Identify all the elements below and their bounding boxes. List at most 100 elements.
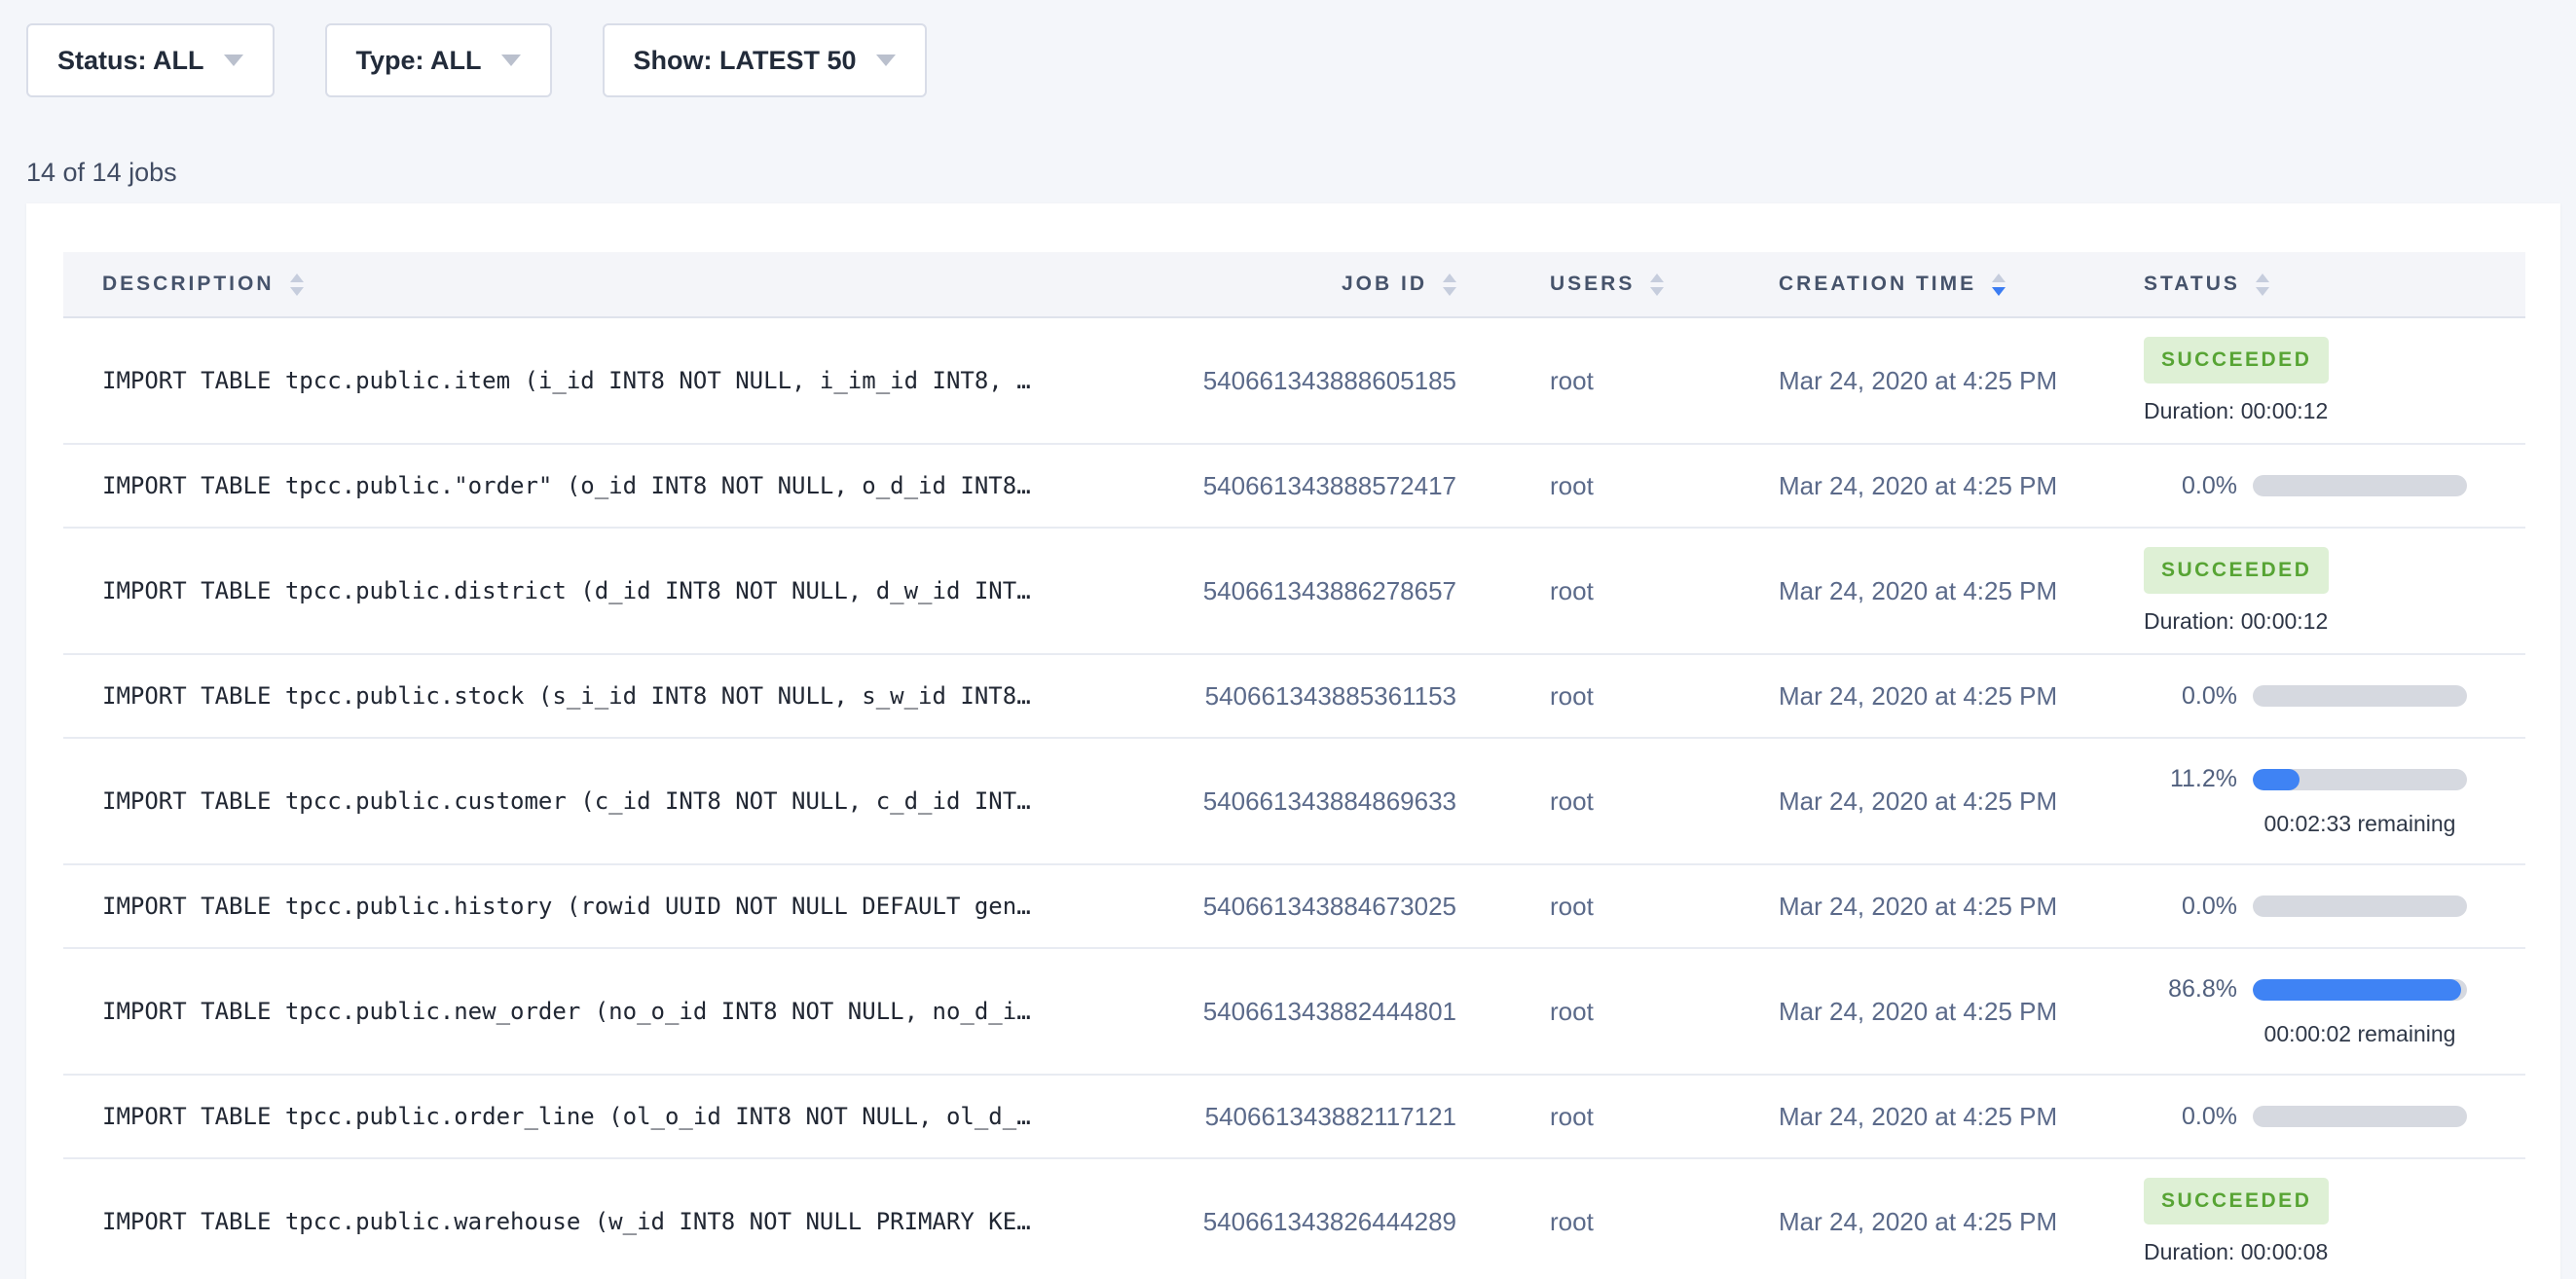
jobs-page: Status: ALL Type: ALL Show: LATEST 50 14… — [0, 0, 2576, 1279]
job-creation-time-cell: Mar 24, 2020 at 4:25 PM — [1779, 1158, 2144, 1279]
job-description-cell: IMPORT TABLE tpcc.public.stock (s_i_id I… — [63, 654, 1197, 738]
job-status-cell: SUCCEEDED Duration: 00:00:08 — [2144, 1158, 2525, 1279]
job-duration: Duration: 00:00:12 — [2144, 608, 2525, 635]
job-id-cell: 540661343885361153 — [1197, 654, 1460, 738]
progress-line: 0.0% — [2144, 682, 2525, 711]
job-creation-time-cell: Mar 24, 2020 at 4:25 PM — [1779, 738, 2144, 864]
job-status-cell: 11.2% 00:02:33 remaining — [2144, 738, 2525, 864]
status-badge: SUCCEEDED — [2144, 547, 2329, 594]
status-badge: SUCCEEDED — [2144, 337, 2329, 384]
job-user-cell: root — [1460, 1158, 1779, 1279]
table-row: IMPORT TABLE tpcc.public.new_order (no_o… — [63, 948, 2525, 1075]
job-user-cell: root — [1460, 654, 1779, 738]
time-remaining: 00:02:33 remaining — [2253, 811, 2467, 837]
progress-bar-track — [2253, 1106, 2467, 1127]
job-id-cell: 540661343884869633 — [1197, 738, 1460, 864]
progress-percent: 0.0% — [2144, 1103, 2237, 1131]
time-remaining: 00:00:02 remaining — [2253, 1021, 2467, 1047]
job-id-cell: 540661343882444801 — [1197, 948, 1460, 1075]
column-header-status[interactable]: STATUS — [2144, 252, 2525, 317]
table-row: IMPORT TABLE tpcc.public.district (d_id … — [63, 528, 2525, 654]
type-filter-dropdown[interactable]: Type: ALL — [325, 23, 552, 97]
table-header-row: DESCRIPTION JOB ID USERS — [63, 252, 2525, 317]
job-duration: Duration: 00:00:08 — [2144, 1239, 2525, 1265]
job-creation-time-cell: Mar 24, 2020 at 4:25 PM — [1779, 444, 2144, 528]
progress-bar-fill — [2253, 979, 2461, 1001]
jobs-table-card: DESCRIPTION JOB ID USERS — [26, 203, 2560, 1279]
sort-icon — [1650, 274, 1664, 296]
column-header-users[interactable]: USERS — [1460, 252, 1779, 317]
job-description-cell: IMPORT TABLE tpcc.public.new_order (no_o… — [63, 948, 1197, 1075]
show-filter-label: Show: LATEST 50 — [634, 46, 857, 76]
job-status-cell: 0.0% — [2144, 864, 2525, 948]
sort-icon — [290, 274, 304, 296]
progress-bar-track — [2253, 769, 2467, 790]
progress-bar-track — [2253, 685, 2467, 707]
table-row: IMPORT TABLE tpcc.public.order_line (ol_… — [63, 1075, 2525, 1158]
job-creation-time-cell: Mar 24, 2020 at 4:25 PM — [1779, 864, 2144, 948]
job-user-cell: root — [1460, 317, 1779, 444]
status-badge: SUCCEEDED — [2144, 1178, 2329, 1224]
job-description-cell: IMPORT TABLE tpcc.public.order_line (ol_… — [63, 1075, 1197, 1158]
progress-percent: 0.0% — [2144, 893, 2237, 921]
column-header-description[interactable]: DESCRIPTION — [63, 252, 1197, 317]
job-user-cell: root — [1460, 444, 1779, 528]
chevron-down-icon — [876, 55, 896, 66]
job-description-cell: IMPORT TABLE tpcc.public.history (rowid … — [63, 864, 1197, 948]
progress-line: 86.8% — [2144, 975, 2525, 1004]
column-header-creation-time[interactable]: CREATION TIME — [1779, 252, 2144, 317]
jobs-table: DESCRIPTION JOB ID USERS — [63, 252, 2525, 1279]
table-row: IMPORT TABLE tpcc.public.history (rowid … — [63, 864, 2525, 948]
job-creation-time-cell: Mar 24, 2020 at 4:25 PM — [1779, 528, 2144, 654]
sort-icon — [1443, 274, 1456, 296]
job-description-cell: IMPORT TABLE tpcc.public.district (d_id … — [63, 528, 1197, 654]
job-creation-time-cell: Mar 24, 2020 at 4:25 PM — [1779, 1075, 2144, 1158]
progress-percent: 0.0% — [2144, 682, 2237, 711]
job-creation-time-cell: Mar 24, 2020 at 4:25 PM — [1779, 948, 2144, 1075]
job-id-cell: 540661343884673025 — [1197, 864, 1460, 948]
table-row: IMPORT TABLE tpcc.public.customer (c_id … — [63, 738, 2525, 864]
job-id-cell: 540661343888605185 — [1197, 317, 1460, 444]
progress-percent: 86.8% — [2144, 975, 2237, 1004]
progress-line: 11.2% — [2144, 765, 2525, 793]
show-filter-dropdown[interactable]: Show: LATEST 50 — [603, 23, 927, 97]
job-status-cell: 0.0% — [2144, 444, 2525, 528]
job-creation-time-cell: Mar 24, 2020 at 4:25 PM — [1779, 317, 2144, 444]
table-row: IMPORT TABLE tpcc.public.item (i_id INT8… — [63, 317, 2525, 444]
job-status-cell: 0.0% — [2144, 654, 2525, 738]
chevron-down-icon — [501, 55, 521, 66]
job-user-cell: root — [1460, 1075, 1779, 1158]
progress-line: 0.0% — [2144, 1103, 2525, 1131]
job-status-cell: 0.0% — [2144, 1075, 2525, 1158]
column-header-job-id[interactable]: JOB ID — [1197, 252, 1460, 317]
table-row: IMPORT TABLE tpcc.public.stock (s_i_id I… — [63, 654, 2525, 738]
job-status-cell: 86.8% 00:00:02 remaining — [2144, 948, 2525, 1075]
type-filter-label: Type: ALL — [356, 46, 482, 76]
job-user-cell: root — [1460, 948, 1779, 1075]
job-user-cell: root — [1460, 738, 1779, 864]
job-id-cell: 540661343826444289 — [1197, 1158, 1460, 1279]
job-user-cell: root — [1460, 864, 1779, 948]
progress-percent: 11.2% — [2144, 765, 2237, 793]
sort-icon — [2256, 274, 2269, 296]
job-id-cell: 540661343886278657 — [1197, 528, 1460, 654]
progress-line: 0.0% — [2144, 472, 2525, 500]
progress-bar-fill — [2253, 769, 2300, 790]
job-description-cell: IMPORT TABLE tpcc.public."order" (o_id I… — [63, 444, 1197, 528]
sort-icon-active-desc — [1992, 274, 2006, 296]
job-description-cell: IMPORT TABLE tpcc.public.warehouse (w_id… — [63, 1158, 1197, 1279]
status-filter-dropdown[interactable]: Status: ALL — [26, 23, 275, 97]
chevron-down-icon — [224, 55, 243, 66]
job-description-cell: IMPORT TABLE tpcc.public.customer (c_id … — [63, 738, 1197, 864]
job-id-cell: 540661343882117121 — [1197, 1075, 1460, 1158]
progress-bar-track — [2253, 475, 2467, 496]
progress-line: 0.0% — [2144, 893, 2525, 921]
job-creation-time-cell: Mar 24, 2020 at 4:25 PM — [1779, 654, 2144, 738]
job-description-cell: IMPORT TABLE tpcc.public.item (i_id INT8… — [63, 317, 1197, 444]
table-row: IMPORT TABLE tpcc.public.warehouse (w_id… — [63, 1158, 2525, 1279]
filter-bar: Status: ALL Type: ALL Show: LATEST 50 — [26, 23, 2550, 97]
job-status-cell: SUCCEEDED Duration: 00:00:12 — [2144, 317, 2525, 444]
progress-bar-track — [2253, 895, 2467, 917]
job-duration: Duration: 00:00:12 — [2144, 398, 2525, 424]
table-row: IMPORT TABLE tpcc.public."order" (o_id I… — [63, 444, 2525, 528]
